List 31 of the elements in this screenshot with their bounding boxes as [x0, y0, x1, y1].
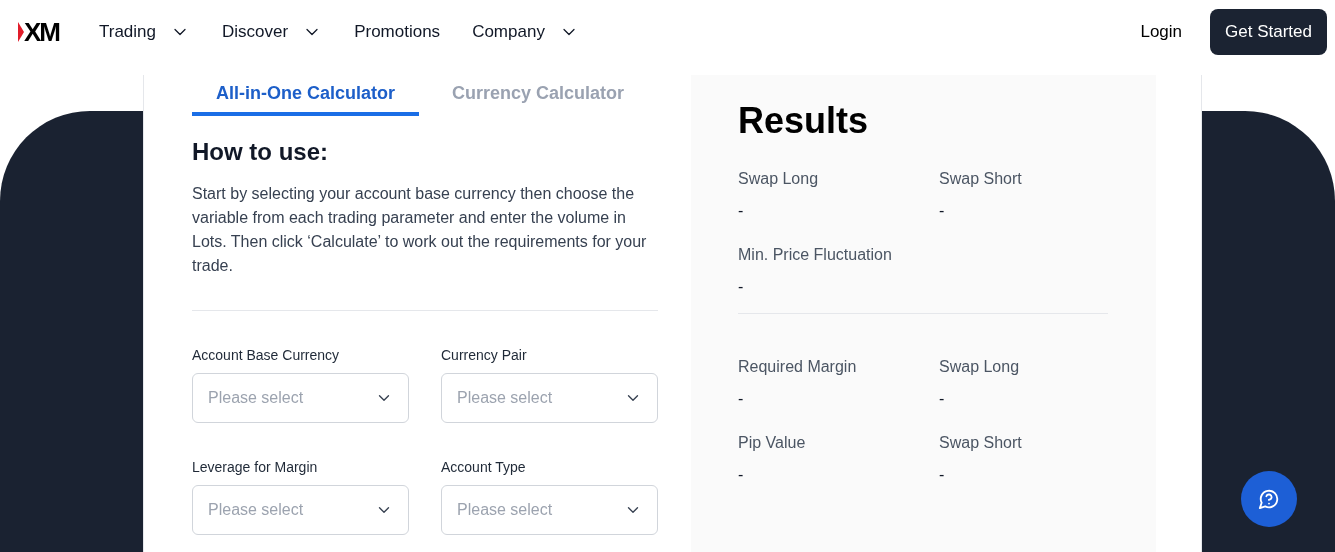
field-label: Account Base Currency: [192, 346, 341, 365]
result-value: -: [738, 389, 745, 409]
result-label: Swap Short: [939, 433, 1023, 453]
result-label: Required Margin: [738, 357, 858, 377]
get-started-button[interactable]: Get Started: [1210, 9, 1327, 55]
logo[interactable]: XM: [18, 19, 59, 45]
calculator-tab[interactable]: All-in-One Calculator: [192, 75, 419, 116]
logo-mark-icon: [18, 22, 24, 42]
field-label: Leverage for Margin: [192, 458, 319, 477]
field-label: Currency Pair: [441, 346, 528, 365]
result-value: -: [738, 277, 745, 297]
field-label: Account Type: [441, 458, 527, 477]
instructions-paragraph: Start by selecting your account base currency then choose the variable from each trading parameter and enter the volume in Lots. Then click ‘Calculate’ to work out the requirements for your trade.: [192, 184, 648, 276]
result-label: Swap Short: [939, 169, 1023, 189]
login-link[interactable]: Login: [1140, 19, 1183, 45]
result-value: -: [738, 465, 745, 485]
result-label: Pip Value: [738, 433, 807, 453]
result-value: -: [939, 201, 946, 221]
nav-menu-item[interactable]: Trading: [99, 19, 190, 45]
nav-menu-item[interactable]: Company: [472, 19, 579, 45]
result-label: Min. Price Fluctuation: [738, 245, 893, 265]
result-value: -: [738, 201, 745, 221]
result-value: -: [939, 465, 946, 485]
help-chat-icon: [1258, 488, 1280, 510]
result-value: -: [939, 389, 946, 409]
results-heading: Results: [738, 99, 870, 143]
section-heading: How to use:: [192, 137, 329, 167]
nav-menu-item[interactable]: Discover: [222, 19, 323, 45]
result-label: Swap Long: [738, 169, 820, 189]
nav-menu-item[interactable]: Promotions: [354, 19, 441, 45]
result-label: Swap Long: [939, 357, 1021, 377]
